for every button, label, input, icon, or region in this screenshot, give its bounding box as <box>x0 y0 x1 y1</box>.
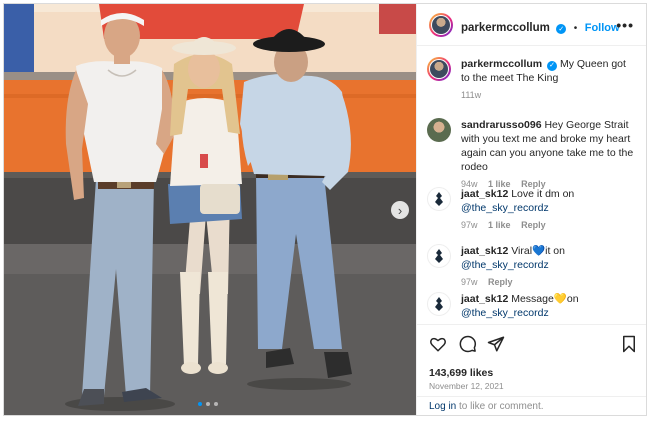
carousel-dot <box>198 402 202 406</box>
bird-logo-icon <box>435 297 443 311</box>
comment-likes[interactable]: 1 like <box>488 220 511 230</box>
comment-text: Message <box>511 293 554 305</box>
bird-logo-icon <box>435 249 443 263</box>
more-options-icon[interactable]: ••• <box>616 17 634 33</box>
commenter-avatar[interactable] <box>427 187 451 211</box>
author-username[interactable]: parkermccollum <box>461 22 550 34</box>
commenter-avatar[interactable] <box>427 118 451 142</box>
post-caption: parkermccollum ✓ My Queen got to the mee… <box>427 57 637 102</box>
comment-username[interactable]: sandrarusso096 <box>461 119 542 131</box>
yellow-heart-emoji: 💛 <box>553 293 567 305</box>
caption-username[interactable]: parkermccollum <box>461 58 542 70</box>
carousel-next-button[interactable]: › <box>391 201 409 219</box>
header-title: parkermccollum ✓ • Follow <box>461 18 620 36</box>
verified-badge-icon: ✓ <box>556 24 567 34</box>
login-link[interactable]: Log in <box>429 401 456 412</box>
reply-button[interactable]: Reply <box>521 220 546 230</box>
comment-username[interactable]: jaat_sk12 <box>461 188 508 200</box>
share-icon[interactable] <box>487 335 505 353</box>
bookmark-icon[interactable] <box>621 335 637 353</box>
commenter-avatar[interactable] <box>427 244 451 268</box>
comment-mention-link[interactable]: @the_sky_recordz <box>461 307 549 319</box>
commenter-avatar[interactable] <box>427 292 451 316</box>
comment-text: Viral <box>511 245 533 257</box>
post-date: November 12, 2021 <box>429 381 504 391</box>
comment-item: jaat_sk12 Love it dm on @the_sky_recordz… <box>427 187 637 232</box>
blue-heart-emoji: 💙 <box>532 245 546 257</box>
reply-button[interactable]: Reply <box>488 277 513 287</box>
login-prompt: Log in to like or comment. <box>417 396 646 415</box>
comments-list: parkermccollum ✓ My Queen got to the mee… <box>417 46 646 324</box>
comment-item: jaat_sk12 Message💛on @the_sky_recordz <box>427 292 637 320</box>
follow-button[interactable]: Follow <box>585 22 620 34</box>
post-photo[interactable]: › <box>4 4 416 415</box>
comment-mention-link[interactable]: @the_sky_recordz <box>461 259 549 271</box>
photo-illustration <box>4 4 416 415</box>
post-header: parkermccollum ✓ • Follow ••• <box>417 4 646 46</box>
chevron-right-icon: › <box>397 202 403 218</box>
comment-icon[interactable] <box>459 335 477 353</box>
header-separator: • <box>573 23 578 34</box>
comment-text-continued: on <box>566 293 579 305</box>
caption-avatar[interactable] <box>427 57 451 81</box>
comment-age: 97w <box>461 220 478 230</box>
comment-item: jaat_sk12 Viral💙it on @the_sky_recordz 9… <box>427 244 637 289</box>
login-prompt-text: to like or comment. <box>459 401 544 412</box>
comment-item: sandrarusso096 Hey George Strait with yo… <box>427 118 637 191</box>
instagram-post-window: › parkermccollum ✓ • Follow ••• parkermc… <box>3 3 647 416</box>
comment-text: Love it dm on <box>511 188 575 200</box>
comment-age: 97w <box>461 277 478 287</box>
carousel-dot <box>206 402 210 406</box>
post-side-panel: parkermccollum ✓ • Follow ••• parkermcco… <box>416 4 646 415</box>
heart-icon[interactable] <box>429 335 447 353</box>
carousel-dot <box>214 402 218 406</box>
carousel-indicator <box>198 402 218 406</box>
post-action-bar: 143,699 likes November 12, 2021 <box>417 324 646 396</box>
verified-badge-icon: ✓ <box>547 61 558 71</box>
comment-text-continued: it on <box>545 245 565 257</box>
comment-username[interactable]: jaat_sk12 <box>461 293 508 305</box>
caption-age: 111w <box>461 90 482 100</box>
comment-mention-link[interactable]: @the_sky_recordz <box>461 202 549 214</box>
likes-count[interactable]: 143,699 likes <box>429 367 493 379</box>
bird-logo-icon <box>435 192 443 206</box>
comment-username[interactable]: jaat_sk12 <box>461 245 508 257</box>
author-avatar[interactable] <box>429 13 453 37</box>
